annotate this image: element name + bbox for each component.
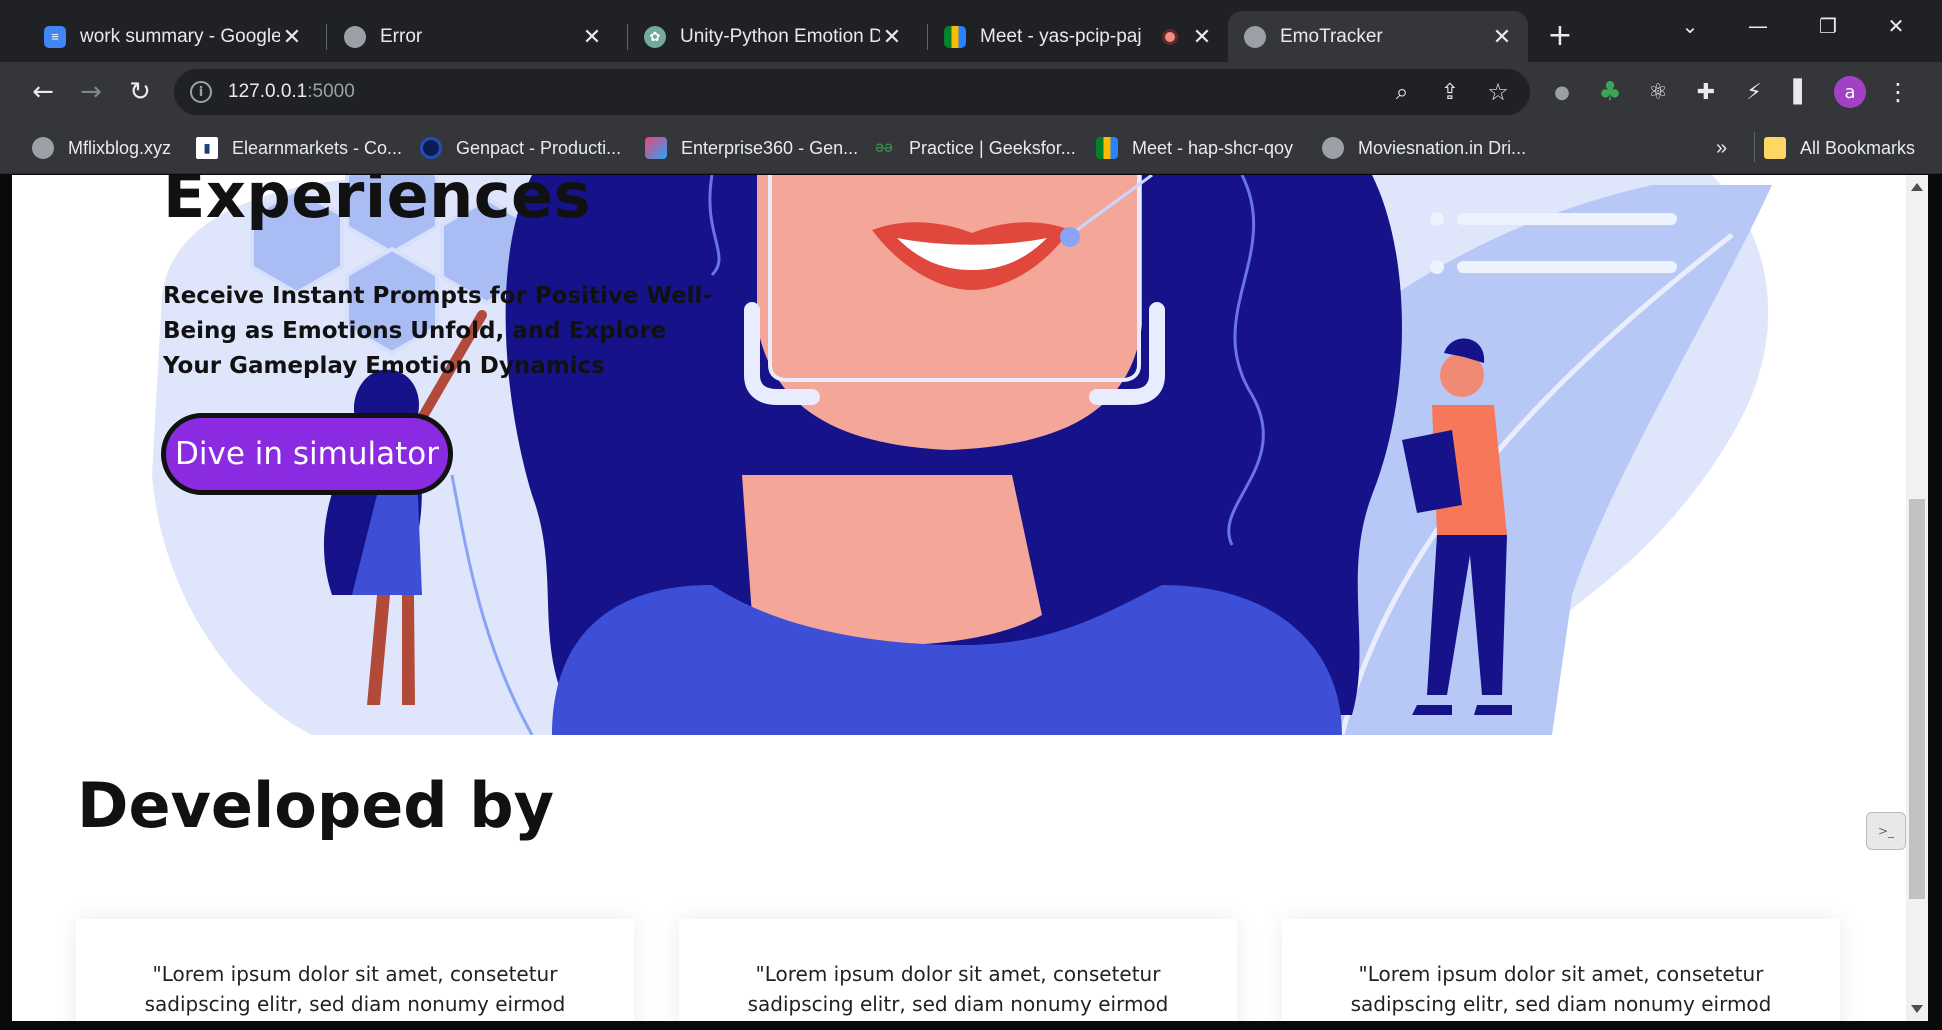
close-tab-icon[interactable]: ✕ [1490, 24, 1514, 50]
dive-in-simulator-button[interactable]: Dive in simulator [161, 413, 453, 495]
bookmark-label: Genpact - Producti... [456, 137, 622, 158]
scroll-up-icon[interactable] [1911, 183, 1923, 191]
url-port: :5000 [307, 81, 355, 102]
tab-unity-python[interactable]: ✿ Unity-Python Emotion Data ✕ [628, 11, 918, 62]
recording-icon [1162, 28, 1178, 45]
chatgpt-icon: ✿ [644, 25, 666, 48]
page-scrollbar[interactable] [1906, 175, 1928, 1021]
developed-by-heading: Developed by [77, 769, 555, 842]
menu-kebab-icon[interactable]: ⋮ [1880, 74, 1916, 110]
back-arrow-icon[interactable]: ← [25, 74, 61, 110]
bookmark-label: Elearnmarkets - Co... [232, 137, 403, 158]
site-info-icon[interactable]: i [190, 81, 212, 103]
close-tab-icon[interactable]: ✕ [1190, 24, 1214, 50]
tab-strip: ≡ work summary - Google Docs ✕ Error ✕ ✿… [0, 0, 1942, 62]
tab-separator [326, 24, 327, 50]
google-meet-icon [1096, 137, 1118, 159]
minimize-icon[interactable]: — [1738, 14, 1778, 38]
bookmarks-overflow-button[interactable]: » [1716, 134, 1727, 162]
extensions-puzzle-icon[interactable]: ✚ [1688, 74, 1724, 110]
react-devtools-icon[interactable]: ⚛ [1640, 74, 1676, 110]
globe-icon [1322, 137, 1344, 159]
bookmark-genpact[interactable]: Genpact - Producti... [420, 134, 621, 162]
tab-emotracker[interactable]: EmoTracker ✕ [1228, 11, 1528, 62]
extension-mouse-icon[interactable]: ● [1544, 74, 1580, 110]
tab-work-summary[interactable]: ≡ work summary - Google Docs ✕ [28, 11, 318, 62]
bookmark-moviesnation[interactable]: Moviesnation.in Dri... [1322, 134, 1526, 162]
bookmark-mflixblog[interactable]: Mflixblog.xyz [32, 134, 171, 162]
new-tab-icon[interactable]: + [1540, 18, 1580, 53]
developer-card: "Lorem ipsum dolor sit amet, consetetur … [76, 919, 634, 1021]
close-tab-icon[interactable]: ✕ [880, 24, 904, 50]
profile-avatar[interactable]: a [1834, 76, 1866, 108]
url-text[interactable]: 127.0.0.1:5000 [228, 81, 355, 103]
forward-arrow-icon[interactable]: → [73, 74, 109, 110]
bookmark-geeksforgeeks[interactable]: ƏƏ Practice | Geeksfor... [873, 134, 1076, 162]
tab-search-chevron-icon[interactable]: ⌄ [1670, 14, 1710, 38]
tab-title: Error [380, 25, 423, 47]
geeksforgeeks-icon: ƏƏ [875, 141, 893, 155]
folder-icon [1764, 137, 1786, 159]
globe-icon [344, 25, 366, 48]
page-viewport: Experiences Receive Instant Prompts for … [12, 175, 1906, 1021]
all-bookmarks-button[interactable]: All Bookmarks [1764, 134, 1915, 162]
hero-subtitle: Receive Instant Prompts for Positive Wel… [163, 283, 712, 379]
bookmark-star-icon[interactable]: ☆ [1480, 74, 1516, 110]
scroll-thumb[interactable] [1909, 499, 1925, 899]
bookmarks-bar: Mflixblog.xyz ▮ Elearnmarkets - Co... Ge… [0, 122, 1942, 174]
zoom-icon[interactable]: ⌕ [1384, 74, 1420, 110]
tab-title: work summary - Google Docs [80, 25, 280, 47]
extension-tree-icon[interactable]: ♣ [1592, 74, 1628, 110]
tab-error[interactable]: Error ✕ [328, 11, 618, 62]
scroll-down-icon[interactable] [1911, 1005, 1923, 1013]
bookmark-label: Practice | Geeksfor... [909, 137, 1076, 158]
bookmark-elearnmarkets[interactable]: ▮ Elearnmarkets - Co... [196, 134, 402, 162]
close-tab-icon[interactable]: ✕ [580, 24, 604, 50]
card-quote: "Lorem ipsum dolor sit amet, consetetur … [1350, 962, 1772, 1016]
tab-title: EmoTracker [1280, 25, 1383, 47]
bookmark-meet[interactable]: Meet - hap-shcr-qoy [1096, 134, 1293, 162]
elearnmarkets-icon: ▮ [196, 137, 218, 159]
side-panel-icon[interactable]: ▌ [1784, 74, 1820, 110]
browser-toolbar: ← → ↻ i 127.0.0.1:5000 ⌕ ⇪ ☆ ● ♣ ⚛ ✚ ⚡ ▌… [0, 62, 1942, 122]
close-tab-icon[interactable]: ✕ [280, 24, 304, 50]
tab-title: Meet - yas-pcip-paj [980, 25, 1142, 47]
reload-icon[interactable]: ↻ [122, 74, 158, 110]
tab-title: Unity-Python Emotion Data [680, 25, 880, 47]
extension-widget-icon[interactable]: >_ [1866, 812, 1906, 850]
tab-meet[interactable]: Meet - yas-pcip-paj ✕ [928, 11, 1228, 62]
developer-card: "Lorem ipsum dolor sit amet, consetetur … [1282, 919, 1840, 1021]
google-meet-icon [944, 25, 966, 48]
hero-heading: Experiences [163, 175, 591, 232]
face [757, 175, 1142, 450]
performance-icon[interactable]: ⚡ [1736, 74, 1772, 110]
share-icon[interactable]: ⇪ [1432, 74, 1468, 110]
card-quote: "Lorem ipsum dolor sit amet, consetetur … [747, 962, 1169, 1016]
close-window-icon[interactable]: ✕ [1876, 14, 1916, 38]
bookmark-enterprise360[interactable]: Enterprise360 - Gen... [645, 134, 858, 162]
genpact-icon [420, 137, 442, 159]
bookmark-label: Mflixblog.xyz [68, 137, 172, 158]
bookmark-label: Moviesnation.in Dri... [1358, 137, 1527, 158]
bookmark-label: Meet - hap-shcr-qoy [1132, 137, 1294, 158]
card-quote: "Lorem ipsum dolor sit amet, consetetur … [144, 962, 566, 1016]
address-bar[interactable]: i 127.0.0.1:5000 ⌕ ⇪ ☆ [174, 69, 1530, 115]
google-docs-icon: ≡ [44, 25, 66, 48]
neck [742, 475, 1042, 645]
all-bookmarks-label: All Bookmarks [1800, 137, 1916, 158]
bookmark-label: Enterprise360 - Gen... [681, 137, 859, 158]
globe-icon [1244, 25, 1266, 48]
enterprise360-icon [645, 137, 667, 159]
restore-icon[interactable]: ❐ [1808, 14, 1848, 38]
developer-card: "Lorem ipsum dolor sit amet, consetetur … [679, 919, 1237, 1021]
scan-point [1060, 227, 1080, 247]
globe-icon [32, 137, 54, 159]
bookmark-separator [1754, 132, 1755, 162]
url-host: 127.0.0.1 [228, 81, 308, 102]
